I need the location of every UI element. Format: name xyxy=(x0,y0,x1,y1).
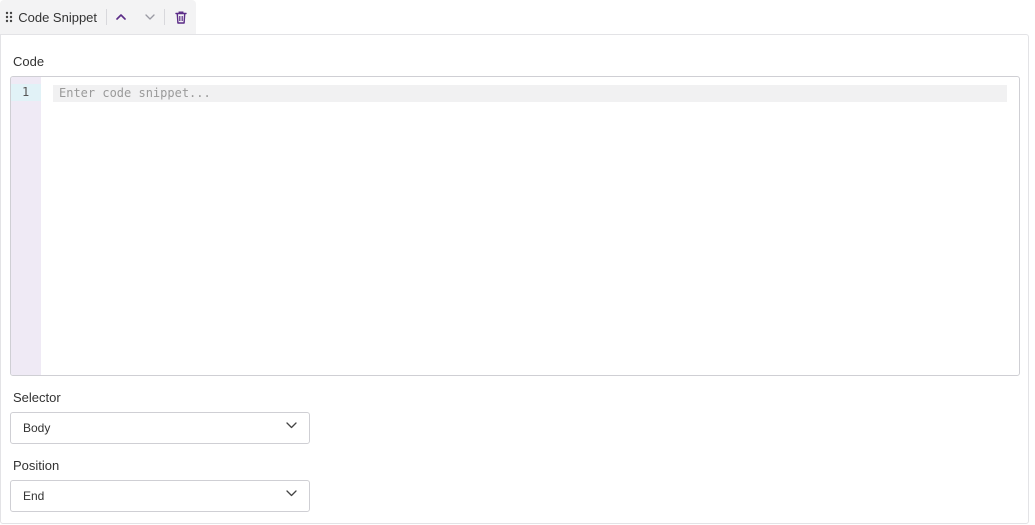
code-input[interactable] xyxy=(53,85,1007,102)
selector-dropdown[interactable]: Body xyxy=(10,412,310,444)
chevron-down-icon xyxy=(286,490,297,497)
chevron-up-icon xyxy=(116,14,127,20)
line-number: 1 xyxy=(11,84,41,101)
chevron-down-icon xyxy=(286,422,297,429)
position-dropdown[interactable]: End xyxy=(10,480,310,512)
block-settings-panel: Code 1 Selector Body Position End xyxy=(0,34,1029,524)
block-title: Code Snippet xyxy=(18,9,98,25)
position-value: End xyxy=(23,489,45,503)
selector-label: Selector xyxy=(13,390,61,405)
delete-button[interactable] xyxy=(165,0,196,34)
line-number-gutter xyxy=(11,77,41,375)
code-label: Code xyxy=(13,54,45,69)
selector-value: Body xyxy=(23,421,51,435)
drag-handle-icon[interactable] xyxy=(0,0,17,34)
block-header: Code Snippet xyxy=(0,0,196,34)
trash-icon xyxy=(174,11,187,24)
move-down-button[interactable] xyxy=(136,0,165,34)
code-editor[interactable]: 1 xyxy=(10,76,1020,376)
move-up-button[interactable] xyxy=(107,0,136,34)
position-label: Position xyxy=(13,458,60,473)
chevron-down-icon xyxy=(145,14,155,20)
